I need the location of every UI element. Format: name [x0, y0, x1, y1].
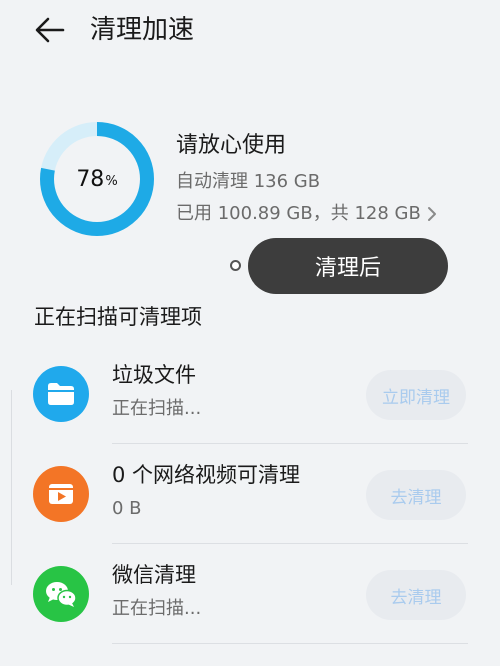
- chevron-right-icon: [427, 206, 437, 222]
- list-item-network-video[interactable]: 0 个网络视频可清理 0 B 去清理: [0, 444, 500, 544]
- storage-usage-link[interactable]: 已用 100.89 GB，共 128 GB: [176, 202, 437, 226]
- list-item-wechat[interactable]: 微信清理 正在扫描... 去清理: [0, 544, 500, 644]
- header: 清理加速: [0, 0, 500, 60]
- storage-usage-text: 已用 100.89 GB，共 128 GB: [176, 203, 421, 224]
- tooltip-label: 清理后: [314, 256, 381, 281]
- percent-unit: %: [105, 174, 118, 189]
- section-title: 正在扫描可清理项: [34, 305, 202, 329]
- wechat-icon: [33, 566, 89, 622]
- divider: [112, 643, 468, 644]
- item-title: 0 个网络视频可清理: [112, 463, 301, 487]
- item-subtitle: 0 B: [112, 498, 142, 519]
- tooltip-dot: [230, 260, 241, 271]
- clean-now-button[interactable]: 立即清理: [366, 370, 466, 420]
- item-subtitle: 正在扫描...: [112, 598, 202, 619]
- storage-summary: 78 % 请放心使用 自动清理 136 GB 已用 100.89 GB，共 12…: [0, 120, 500, 240]
- status-title: 请放心使用: [176, 133, 287, 158]
- list-item-junk-files[interactable]: 垃圾文件 正在扫描... 立即清理: [0, 344, 500, 444]
- folder-icon: [33, 366, 89, 422]
- back-button[interactable]: [30, 12, 70, 48]
- arrow-left-icon: [35, 17, 65, 43]
- go-clean-button[interactable]: 去清理: [366, 570, 466, 620]
- item-subtitle: 正在扫描...: [112, 398, 202, 419]
- ring-label: 78 %: [38, 120, 156, 238]
- video-icon: [33, 466, 89, 522]
- item-title: 微信清理: [112, 563, 196, 587]
- page-title: 清理加速: [90, 15, 195, 45]
- item-title: 垃圾文件: [112, 363, 196, 387]
- auto-clean-text: 自动清理 136 GB: [176, 171, 321, 192]
- after-clean-tooltip: 清理后: [248, 238, 448, 294]
- go-clean-button[interactable]: 去清理: [366, 470, 466, 520]
- percent-value: 78: [76, 166, 105, 192]
